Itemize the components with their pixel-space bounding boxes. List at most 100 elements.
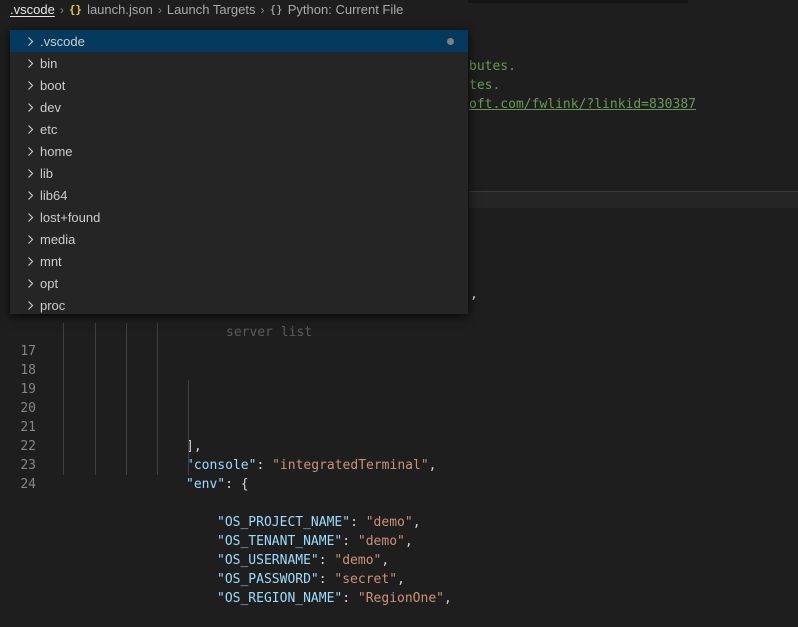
folder-item-boot[interactable]: boot (10, 74, 468, 96)
folder-item-label: etc (40, 121, 58, 137)
indent-guide (157, 361, 158, 380)
chevron-right-icon (25, 146, 36, 157)
code-line: 17 ], (0, 323, 798, 454)
folder-item-label: lost+found (40, 209, 101, 225)
folder-item-label: boot (40, 77, 66, 93)
chevron-right-icon: › (157, 2, 162, 17)
json-file-icon: {} (68, 3, 83, 16)
folder-item-lib[interactable]: lib (10, 162, 468, 184)
indent-guide (188, 456, 189, 475)
json-key: "env" (186, 477, 226, 492)
code-line: 23 "OS_PASSWORD": "secret", (0, 437, 798, 587)
json-value: "demo" (334, 553, 382, 568)
folder-item-label: lib64 (40, 187, 68, 203)
json-key: "OS_TENANT_NAME" (217, 534, 343, 549)
code-line: 22 "OS_USERNAME": "demo", (0, 418, 798, 568)
indent-guide (95, 418, 96, 437)
chevron-right-icon (25, 168, 36, 179)
indent-guide (63, 437, 64, 456)
indent-guide (157, 418, 158, 437)
json-value: "demo" (357, 534, 405, 549)
chevron-right-icon: › (59, 2, 64, 17)
chevron-right-icon (25, 234, 36, 245)
breadcrumb-item-python-current-file[interactable]: Python: Current File (288, 2, 404, 17)
code-line: 21 "OS_TENANT_NAME": "demo", (0, 399, 798, 549)
indent-guide (95, 323, 96, 342)
folder-item-label: bin (40, 55, 58, 71)
folder-item-mnt[interactable]: mnt (10, 250, 468, 272)
indent-guide (126, 437, 127, 456)
indent-guide (95, 399, 96, 418)
comment-link[interactable]: oft.com/fwlink/?linkid=830387 (469, 95, 696, 114)
folder-item-label: proc (40, 297, 66, 313)
json-key: "OS_PROJECT_NAME" (217, 515, 351, 530)
folder-item-label: .vscode (40, 33, 85, 49)
indent-guide (126, 399, 127, 418)
folder-item-label: media (40, 231, 76, 247)
chevron-right-icon (25, 278, 36, 289)
indent-guide (188, 418, 189, 437)
punctuation-text: , (470, 287, 478, 302)
indent-guide (126, 418, 127, 437)
indent-guide (157, 399, 158, 418)
json-key: "OS_USERNAME" (217, 553, 319, 568)
code-line: 19 "env": { (0, 361, 798, 492)
json-key: "OS_REGION_NAME" (217, 591, 343, 606)
chevron-right-icon (25, 256, 36, 267)
breadcrumb-folder-picker[interactable]: .vscode bin boot dev etc home lib lib64 … (10, 30, 468, 314)
folder-item-bin[interactable]: bin (10, 52, 468, 74)
breadcrumb-item-vscode[interactable]: .vscode (10, 2, 55, 17)
json-value: "secret" (334, 572, 398, 587)
code-text: "env": { (186, 475, 249, 494)
folder-item-opt[interactable]: opt (10, 272, 468, 294)
chevron-right-icon (25, 36, 36, 47)
modified-dot-icon (447, 38, 454, 45)
breadcrumb-item-launch-json[interactable]: launch.json (87, 2, 153, 17)
chevron-right-icon (25, 58, 36, 69)
chevron-right-icon (25, 212, 36, 223)
indent-guide (188, 399, 189, 418)
folder-item-lost-found[interactable]: lost+found (10, 206, 468, 228)
code-text: "OS_PROJECT_NAME": "demo", (217, 515, 421, 530)
indent-guide (157, 380, 158, 399)
code-text: "OS_REGION_NAME": "RegionOne", (217, 591, 452, 606)
indent-guide (126, 342, 127, 361)
indent-guide (63, 323, 64, 342)
punctuation-text: : { (225, 477, 249, 492)
json-value: "RegionOne" (357, 591, 444, 606)
breadcrumb-item-launch-targets[interactable]: Launch Targets (167, 2, 256, 17)
json-key: "OS_PASSWORD" (217, 572, 319, 587)
folder-item-etc[interactable]: etc (10, 118, 468, 140)
chevron-right-icon (25, 300, 36, 311)
indent-guide (157, 342, 158, 361)
indent-guide (63, 342, 64, 361)
folder-item-vscode[interactable]: .vscode (10, 30, 468, 52)
indent-guide (126, 456, 127, 475)
code-line: 24 "OS_REGION_NAME": "RegionOne", (0, 456, 798, 606)
folder-item-home[interactable]: home (10, 140, 468, 162)
indent-guide (126, 380, 127, 399)
folder-item-lib64[interactable]: lib64 (10, 184, 468, 206)
code-line: 18 "console": "integratedTerminal", (0, 342, 798, 473)
widget-shadow (468, 0, 688, 3)
line-number: 24 (20, 477, 36, 492)
indent-guide (95, 342, 96, 361)
chevron-right-icon (25, 80, 36, 91)
indent-guide (95, 437, 96, 456)
indent-guide (95, 361, 96, 380)
editor-widget-area (469, 192, 798, 208)
indent-guide (188, 380, 189, 399)
object-icon: {} (269, 3, 283, 16)
indent-guide (157, 323, 158, 342)
indent-guide (63, 361, 64, 380)
indent-guide (63, 399, 64, 418)
indent-guide (63, 456, 64, 475)
folder-item-label: opt (40, 275, 59, 291)
folder-item-dev[interactable]: dev (10, 96, 468, 118)
folder-item-media[interactable]: media (10, 228, 468, 250)
indent-guide (63, 418, 64, 437)
indent-guide (63, 380, 64, 399)
folder-item-proc[interactable]: proc (10, 294, 468, 314)
indent-guide (126, 361, 127, 380)
chevron-right-icon (25, 124, 36, 135)
